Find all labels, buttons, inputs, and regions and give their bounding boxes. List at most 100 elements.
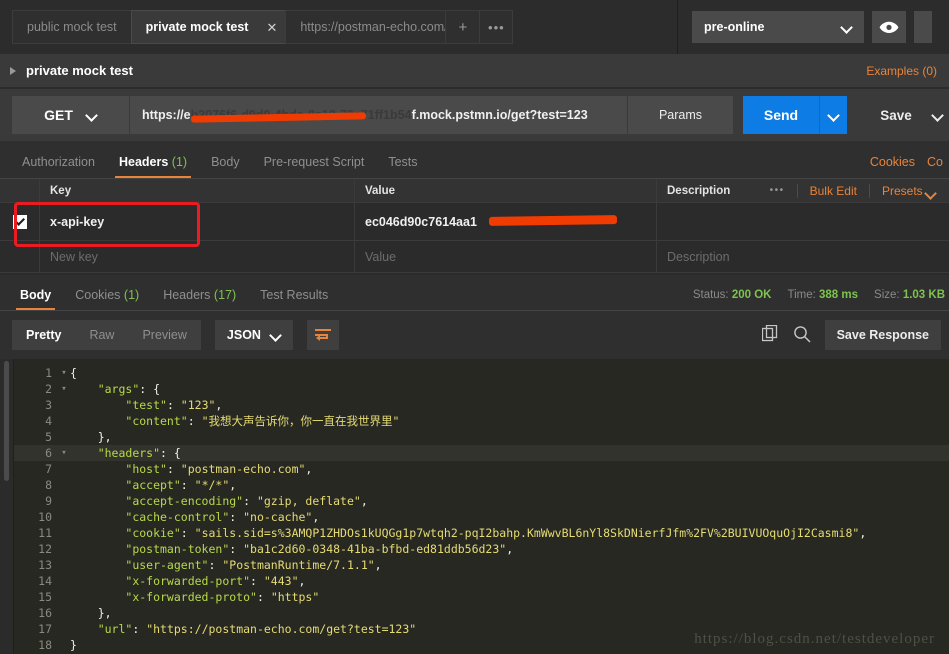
send-options-button[interactable] (819, 96, 847, 134)
code-text: "x-forwarded-port": "443", (125, 574, 306, 588)
code-text: "headers": { (97, 446, 181, 460)
code-line: 4 "content": "我想大声告诉你，你一直在我世界里" (14, 413, 949, 429)
save-response-button[interactable]: Save Response (824, 320, 941, 350)
examples-link[interactable]: Examples (0) (866, 64, 937, 78)
size-label: Size: (874, 289, 900, 301)
tab-pre-request-script[interactable]: Pre-request Script (252, 155, 377, 178)
tab-body[interactable]: Body (199, 155, 252, 178)
tab-bar: public mock test private mock test ✕ htt… (0, 0, 949, 54)
close-icon[interactable]: ✕ (266, 21, 277, 34)
redaction-mark (488, 215, 618, 226)
code-text: "url": "https://postman-echo.com/get?tes… (97, 622, 417, 636)
line-number: 18 (38, 638, 52, 652)
code-line: 16 }, (14, 605, 949, 621)
response-format-selector[interactable]: JSON (214, 320, 293, 350)
chevron-down-icon (271, 330, 281, 340)
url-bar: GET https://eb2076f6-d9d0-4bda-8a12-70a7… (0, 89, 949, 141)
tab-label: Body (20, 288, 52, 302)
environment-extra-button[interactable] (914, 11, 932, 43)
line-number: 4 (45, 414, 52, 428)
line-number: 7 (45, 462, 52, 476)
tab-response-headers[interactable]: Headers (17) (151, 288, 248, 310)
workspace-tab-public-mock-test[interactable]: public mock test (12, 10, 131, 44)
tab-label: Headers (118, 155, 169, 169)
word-wrap-icon (314, 329, 331, 341)
fold-toggle-icon[interactable]: ▾ (58, 381, 70, 397)
fold-toggle-icon (58, 573, 70, 589)
status-group: Status: 200 OK (693, 289, 772, 301)
code-text: "user-agent": "PostmanRuntime/7.1.1", (125, 558, 382, 572)
tab-authorization[interactable]: Authorization (10, 155, 107, 178)
tab-label: https://postman-echo.com/ (300, 20, 446, 34)
header-value-input[interactable]: ec046d90c7614aa1 (355, 203, 657, 240)
view-mode-pretty[interactable]: Pretty (12, 320, 75, 350)
environment-quick-look-button[interactable] (872, 11, 906, 43)
row-enabled-checkbox[interactable] (12, 214, 27, 229)
status-label: Status: (692, 289, 729, 301)
new-description-input[interactable]: Description (657, 241, 949, 272)
view-mode-raw[interactable]: Raw (75, 320, 128, 350)
code-text: } (70, 638, 77, 652)
code-line: 15 "x-forwarded-proto": "https" (14, 589, 949, 605)
header-key-input[interactable]: x-api-key (40, 203, 355, 240)
chevron-down-icon (829, 110, 839, 120)
word-wrap-button[interactable] (306, 320, 339, 350)
fold-toggle-icon (58, 493, 70, 509)
bulk-edit-button[interactable]: Bulk Edit (810, 184, 857, 198)
new-tab-button[interactable]: + (445, 10, 480, 44)
send-button[interactable]: Send (743, 96, 819, 134)
tab-response-cookies[interactable]: Cookies (1) (63, 288, 151, 310)
fold-toggle-icon[interactable]: ▾ (58, 445, 70, 461)
fold-toggle-icon[interactable]: ▾ (58, 365, 70, 381)
url-input[interactable]: https://eb2076f6-d9d0-4bda-8a12-70a71ff1… (130, 96, 627, 134)
size-group: Size: 1.03 KB (874, 289, 945, 301)
code-line: 3 "test": "123", (14, 397, 949, 413)
more-options-icon[interactable]: ••• (770, 185, 785, 196)
new-value-input[interactable]: Value (355, 241, 657, 272)
fold-toggle-icon (58, 413, 70, 429)
vertical-scrollbar[interactable] (0, 359, 14, 654)
fold-toggle-icon (58, 429, 70, 445)
code-link[interactable]: Co (927, 155, 943, 169)
tab-test-results[interactable]: Test Results (248, 288, 340, 310)
environment-selector[interactable]: pre-online (692, 11, 864, 43)
json-code-area[interactable]: 1 ▾{2 ▾ "args": {3 "test": "123", 4 "conten… (14, 359, 949, 654)
workspace-tab-postman-echo[interactable]: https://postman-echo.com/ (285, 10, 446, 44)
copy-button[interactable] (761, 324, 779, 345)
line-number: 15 (38, 590, 52, 604)
line-number: 1 (45, 366, 52, 380)
response-section-tabs: Body Cookies (1) Headers (17) Test Resul… (0, 275, 949, 311)
header-description-input[interactable] (657, 203, 949, 240)
tab-options-icon[interactable]: ••• (479, 10, 514, 44)
code-text: "args": { (97, 382, 161, 396)
line-number: 10 (38, 510, 52, 524)
environment-name: pre-online (704, 20, 765, 34)
presets-button[interactable]: Presets (882, 184, 933, 198)
workspace-tab-private-mock-test[interactable]: private mock test ✕ (130, 10, 286, 44)
tab-label: Authorization (22, 155, 95, 169)
cookies-link[interactable]: Cookies (870, 155, 915, 169)
time-label: Time: (787, 289, 816, 301)
column-header-key: Key (40, 179, 355, 202)
tab-label: public mock test (27, 20, 117, 34)
tab-label: Headers (163, 288, 211, 302)
expand-caret-icon[interactable] (10, 66, 16, 75)
save-options-button[interactable] (927, 96, 949, 134)
line-number: 12 (38, 542, 52, 556)
tab-headers[interactable]: Headers (1) (107, 155, 199, 178)
line-number: 6 (45, 446, 52, 460)
new-key-input[interactable]: New key (40, 241, 355, 272)
tab-tests[interactable]: Tests (376, 155, 429, 178)
code-text: "cookie": "sails.sid=s%3AMQP1ZHDOs1kUQGg… (125, 526, 867, 540)
fold-toggle-icon (58, 557, 70, 573)
code-text: { (70, 366, 77, 380)
view-mode-preview[interactable]: Preview (128, 320, 200, 350)
scrollbar-thumb[interactable] (4, 361, 9, 481)
response-body-viewer[interactable]: 1 ▾{2 ▾ "args": {3 "test": "123", 4 "conten… (0, 359, 949, 654)
line-number: 9 (45, 494, 52, 508)
tab-response-body[interactable]: Body (8, 288, 63, 310)
params-button[interactable]: Params (627, 96, 733, 134)
search-button[interactable] (793, 325, 811, 346)
http-method-selector[interactable]: GET (12, 96, 130, 134)
save-button[interactable]: Save (865, 96, 927, 134)
